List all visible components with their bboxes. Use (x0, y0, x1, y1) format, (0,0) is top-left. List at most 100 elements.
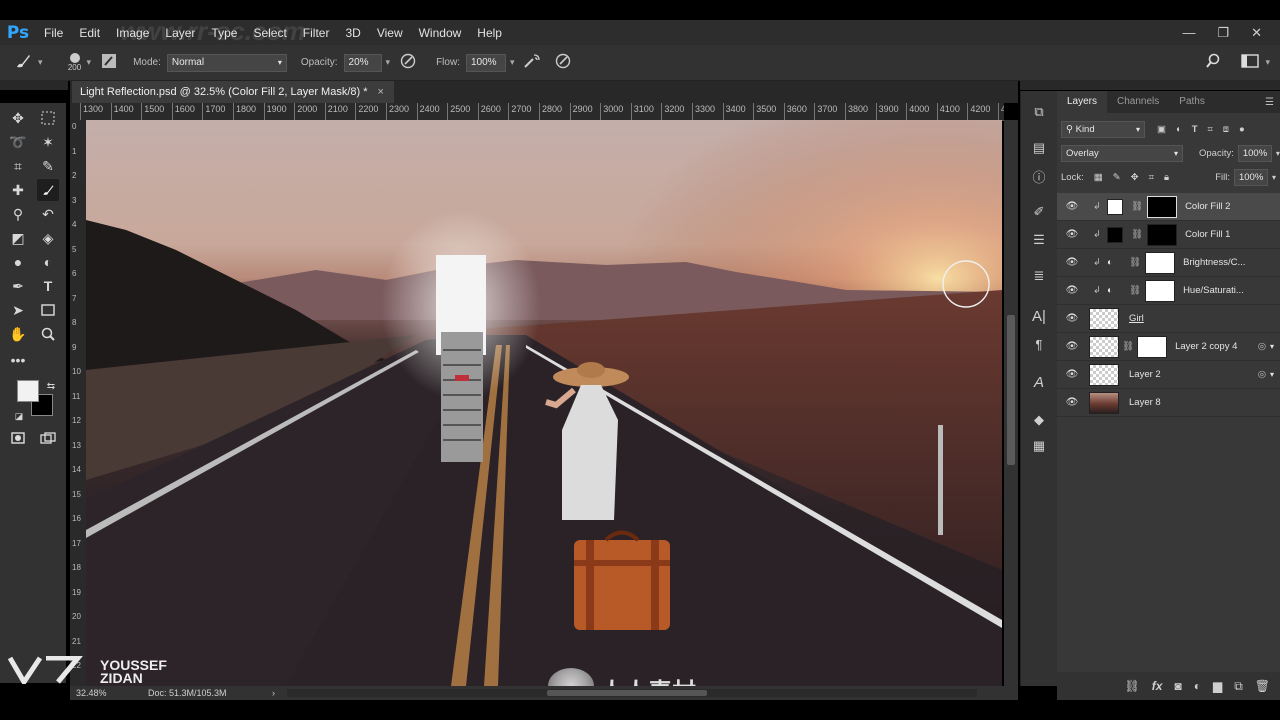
chevron-down-icon[interactable]: ▾ (1272, 173, 1276, 182)
chevron-down-icon[interactable]: ▾ (386, 57, 391, 68)
tab-channels[interactable]: Channels (1107, 91, 1169, 113)
layer-opacity-field[interactable]: 100% (1237, 144, 1272, 162)
layer-row[interactable]: 👁︎ ↲ ◐ ⛓︎ Hue/Saturati... (1057, 277, 1280, 305)
visibility-eye-icon[interactable]: 👁︎ (1063, 285, 1081, 296)
blur-tool-icon[interactable]: ● (7, 251, 29, 273)
clone-stamp-tool-icon[interactable]: ⚲ (7, 203, 29, 225)
layer-mask-thumbnail[interactable] (1137, 335, 1168, 358)
lock-pixels-icon[interactable]: ✎ (1113, 172, 1121, 183)
visibility-eye-icon[interactable]: 👁︎ (1063, 313, 1081, 324)
link-icon[interactable]: ⛓︎ (1129, 257, 1141, 268)
healing-brush-tool-icon[interactable]: ✚ (7, 179, 29, 201)
screen-mode-icon[interactable] (37, 427, 59, 449)
layer-row[interactable]: 👁︎ ↲ ⛓︎ Color Fill 1 (1057, 221, 1280, 249)
chevron-down-icon[interactable]: ▾ (1270, 370, 1274, 379)
pressure-opacity-icon[interactable] (400, 53, 416, 73)
swap-colors-icon[interactable]: ⇆ (40, 375, 62, 397)
rectangle-tool-icon[interactable] (37, 299, 59, 321)
restore-button[interactable]: ❐ (1217, 25, 1229, 41)
lock-all-icon[interactable]: 🔒︎ (1164, 172, 1169, 183)
canvas-horizontal-scrollbar[interactable] (287, 689, 977, 697)
chevron-down-icon[interactable]: ▾ (38, 57, 43, 68)
canvas-vertical-scrollbar[interactable] (1004, 120, 1018, 686)
layer-name[interactable]: Color Fill 1 (1185, 229, 1230, 240)
add-mask-icon[interactable]: ◙ (1174, 679, 1181, 693)
path-selection-tool-icon[interactable]: ➤ (7, 299, 29, 321)
tab-paths[interactable]: Paths (1169, 91, 1215, 113)
new-adjustment-layer-icon[interactable]: ◐ (1194, 679, 1201, 693)
hue-saturation-icon[interactable]: ◐ (1107, 285, 1121, 296)
brush-tool-icon[interactable] (14, 52, 32, 74)
close-button[interactable]: ✕ (1251, 25, 1262, 41)
lock-artboard-icon[interactable]: ⌗ (1149, 172, 1154, 183)
3d-panel-icon[interactable]: ◆ (1030, 411, 1048, 429)
scrollbar-thumb[interactable] (1007, 315, 1015, 465)
mode-select[interactable]: Normal ▾ (166, 53, 287, 72)
paint-bucket-tool-icon[interactable]: ◈ (37, 227, 59, 249)
document-canvas[interactable] (86, 120, 1002, 686)
marquee-tool-icon[interactable] (37, 107, 59, 129)
brush-preset-picker[interactable]: 200 (63, 53, 87, 72)
layer-style-icon[interactable]: fx (1152, 679, 1163, 693)
move-tool-icon[interactable]: ✥ (7, 107, 29, 129)
menu-window[interactable]: Window (411, 26, 470, 40)
layer-name[interactable]: Color Fill 2 (1185, 201, 1230, 212)
layer-thumbnail[interactable] (1089, 335, 1119, 358)
filter-pixel-icon[interactable]: ▣ (1157, 124, 1166, 135)
swatches-panel-icon[interactable]: ▦ (1030, 437, 1048, 455)
layer-mask-thumbnail[interactable] (1147, 195, 1178, 218)
brightness-contrast-icon[interactable]: ◐ (1107, 257, 1121, 268)
eyedropper-tool-icon[interactable]: ✎ (37, 155, 59, 177)
horizontal-scrollbar-thumb[interactable] (547, 690, 707, 696)
crop-tool-icon[interactable]: ⌗ (7, 155, 29, 177)
link-icon[interactable]: ⛓︎ (1131, 201, 1143, 212)
layer-name[interactable]: Brightness/C... (1183, 257, 1245, 268)
layer-row[interactable]: 👁︎ Girl (1057, 305, 1280, 333)
lock-position-icon[interactable]: ✥ (1131, 172, 1139, 183)
zoom-tool-icon[interactable] (37, 323, 59, 345)
layer-name[interactable]: Hue/Saturati... (1183, 285, 1244, 296)
vertical-ruler[interactable]: 0 1 2 3 4 5 6 7 8 9 10 11 12 13 14 15 16 17 18 19 20 21 22 (70, 120, 87, 686)
menu-view[interactable]: View (369, 26, 411, 40)
horizontal-ruler[interactable]: 1300 1400 1500 1600 1700 1800 1900 2000 2100 2200… (70, 103, 1004, 121)
quick-mask-icon[interactable] (7, 427, 29, 449)
panel-menu-icon[interactable]: ☰ (1265, 97, 1274, 108)
foreground-color-swatch[interactable] (17, 380, 39, 402)
layer-mask-thumbnail[interactable] (1145, 251, 1176, 274)
link-icon[interactable]: ⛓︎ (1122, 341, 1134, 352)
fill-field[interactable]: 100% (1233, 168, 1268, 186)
layer-row[interactable]: 👁︎ Layer 2 ◎ ▾ (1057, 361, 1280, 389)
pressure-size-icon[interactable] (555, 53, 571, 73)
smart-filter-icon[interactable]: ◎ (1258, 341, 1266, 352)
zoom-level[interactable]: 32.48% (76, 688, 148, 698)
more-tools-icon[interactable]: ••• (7, 349, 29, 371)
filter-shape-icon[interactable]: ⌗ (1208, 124, 1213, 135)
brushes-panel-icon[interactable]: ✐ (1030, 203, 1048, 221)
history-panel-icon[interactable]: ⧉ (1030, 103, 1048, 121)
filter-kind-select[interactable]: ⚲ Kind ▾ (1061, 120, 1145, 138)
type-tool-icon[interactable]: T (37, 275, 59, 297)
visibility-eye-icon[interactable]: 👁︎ (1063, 341, 1081, 352)
blend-mode-select[interactable]: Overlay ▾ (1061, 144, 1183, 162)
filter-adjustment-icon[interactable]: ◐ (1176, 124, 1182, 135)
properties-panel-icon[interactable]: ▤ (1030, 139, 1048, 157)
menu-3d[interactable]: 3D (337, 26, 368, 40)
layer-name[interactable]: Girl (1129, 313, 1144, 324)
paragraph-panel-icon[interactable]: ¶ (1030, 335, 1048, 353)
layer-row[interactable]: 👁︎ ↲ ◐ ⛓︎ Brightness/C... (1057, 249, 1280, 277)
status-menu-arrow[interactable]: › (272, 688, 275, 698)
filter-smart-object-icon[interactable]: ⧈ (1223, 124, 1229, 135)
magic-wand-tool-icon[interactable]: ✶ (37, 131, 59, 153)
layer-row[interactable]: 👁︎ ⛓︎ Layer 2 copy 4 ◎ ▾ (1057, 333, 1280, 361)
visibility-eye-icon[interactable]: 👁︎ (1063, 229, 1081, 240)
delete-layer-icon[interactable]: 🗑︎ (1255, 679, 1270, 693)
paragraph-styles-icon[interactable]: ≣ (1030, 267, 1048, 285)
layer-name[interactable]: Layer 2 copy 4 (1175, 341, 1237, 352)
search-icon[interactable] (1205, 53, 1221, 73)
menu-file[interactable]: File (36, 26, 71, 40)
fill-thumbnail[interactable] (1107, 198, 1123, 215)
filter-toggle-icon[interactable]: ● (1239, 124, 1245, 135)
history-brush-tool-icon[interactable]: ↶ (37, 203, 59, 225)
visibility-eye-icon[interactable]: 👁︎ (1063, 369, 1081, 380)
pen-tool-icon[interactable]: ✒ (7, 275, 29, 297)
